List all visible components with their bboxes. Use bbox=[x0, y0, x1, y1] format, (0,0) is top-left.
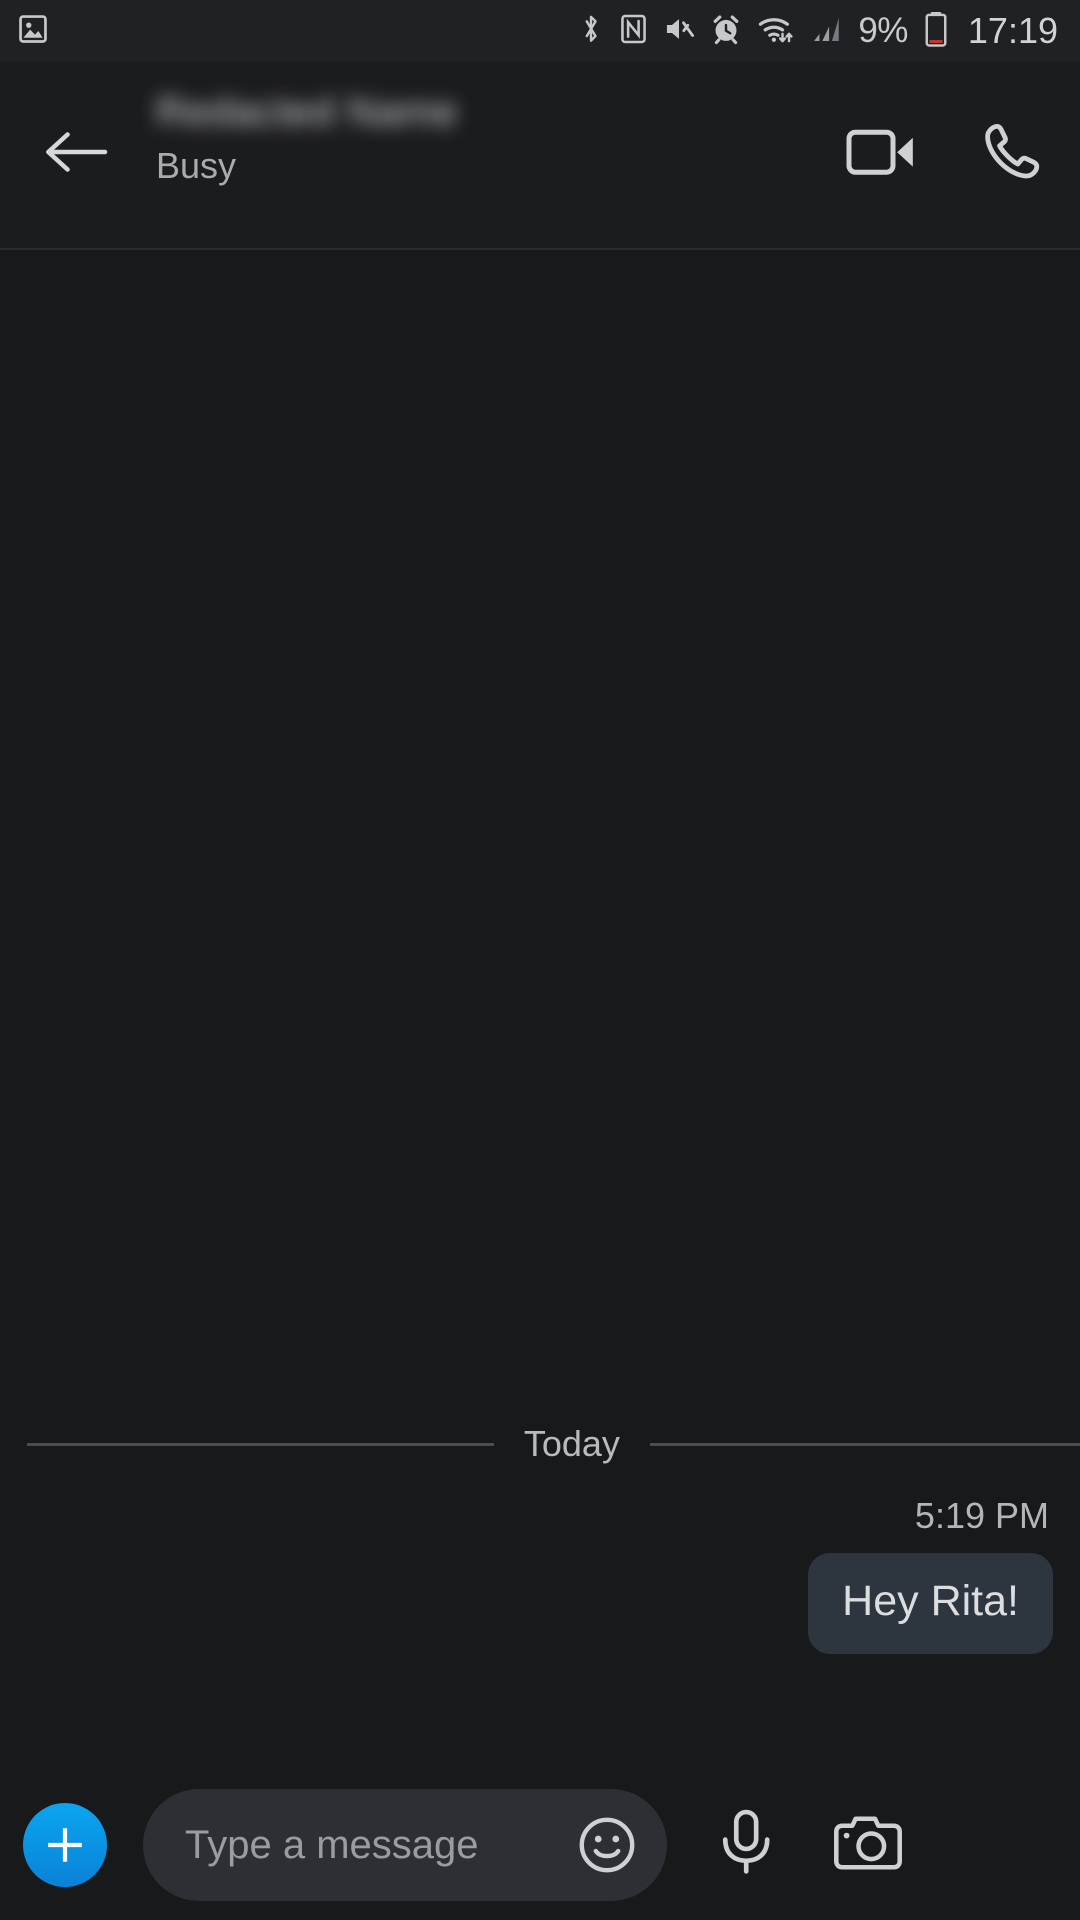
status-bar-right: 9% 17:19 bbox=[577, 10, 1080, 53]
header-titles[interactable]: Redacted Name Busy bbox=[156, 74, 776, 184]
video-camera-icon bbox=[846, 129, 913, 175]
status-bar: 9% 17:19 bbox=[0, 0, 1080, 62]
camera-icon bbox=[834, 1815, 902, 1870]
message-input[interactable]: Type a message bbox=[185, 1823, 575, 1868]
message-text: Hey Rita! bbox=[842, 1577, 1019, 1625]
microphone-icon bbox=[722, 1809, 770, 1874]
message-thread[interactable]: Today 5:19 PM Hey Rita! bbox=[0, 250, 1080, 1770]
message-bubble-outgoing[interactable]: Hey Rita! bbox=[808, 1553, 1053, 1655]
divider-line-right bbox=[649, 1442, 1080, 1446]
battery-percent: 9% bbox=[858, 11, 908, 50]
mute-icon bbox=[662, 12, 696, 51]
smiley-icon bbox=[579, 1817, 635, 1873]
day-divider-label: Today bbox=[523, 1423, 620, 1464]
message-input-pill[interactable]: Type a message bbox=[143, 1789, 667, 1901]
day-divider: Today bbox=[0, 1420, 1080, 1468]
alarm-icon bbox=[709, 12, 743, 51]
plus-icon bbox=[48, 1828, 82, 1862]
cellular-signal-icon bbox=[809, 12, 843, 51]
message-timestamp: 5:19 PM bbox=[914, 1495, 1049, 1536]
contact-status: Busy bbox=[156, 145, 237, 186]
voice-call-button[interactable] bbox=[980, 120, 1044, 189]
gallery-image-icon bbox=[16, 12, 50, 51]
phone-icon bbox=[985, 124, 1040, 179]
video-call-button[interactable] bbox=[846, 123, 918, 186]
voice-message-button[interactable] bbox=[713, 1807, 779, 1884]
add-attachment-button[interactable] bbox=[23, 1803, 107, 1887]
battery-icon bbox=[923, 10, 949, 53]
message-row: 5:19 PM Hey Rita! bbox=[0, 1495, 1080, 1655]
status-bar-left bbox=[0, 12, 50, 51]
status-bar-clock: 17:19 bbox=[967, 10, 1058, 51]
camera-button[interactable] bbox=[833, 1811, 903, 1880]
emoji-button[interactable] bbox=[575, 1813, 639, 1877]
header-actions bbox=[846, 120, 1044, 189]
wifi-icon bbox=[756, 12, 796, 51]
back-button[interactable] bbox=[42, 122, 112, 182]
divider-line-left bbox=[27, 1442, 494, 1446]
conversation-header: Redacted Name Busy bbox=[0, 62, 1080, 250]
bluetooth-icon bbox=[577, 12, 605, 51]
back-arrow-icon bbox=[46, 132, 108, 172]
composer-bar: Type a message bbox=[0, 1770, 1080, 1920]
contact-name: Redacted Name bbox=[156, 90, 459, 132]
nfc-icon bbox=[618, 12, 649, 51]
